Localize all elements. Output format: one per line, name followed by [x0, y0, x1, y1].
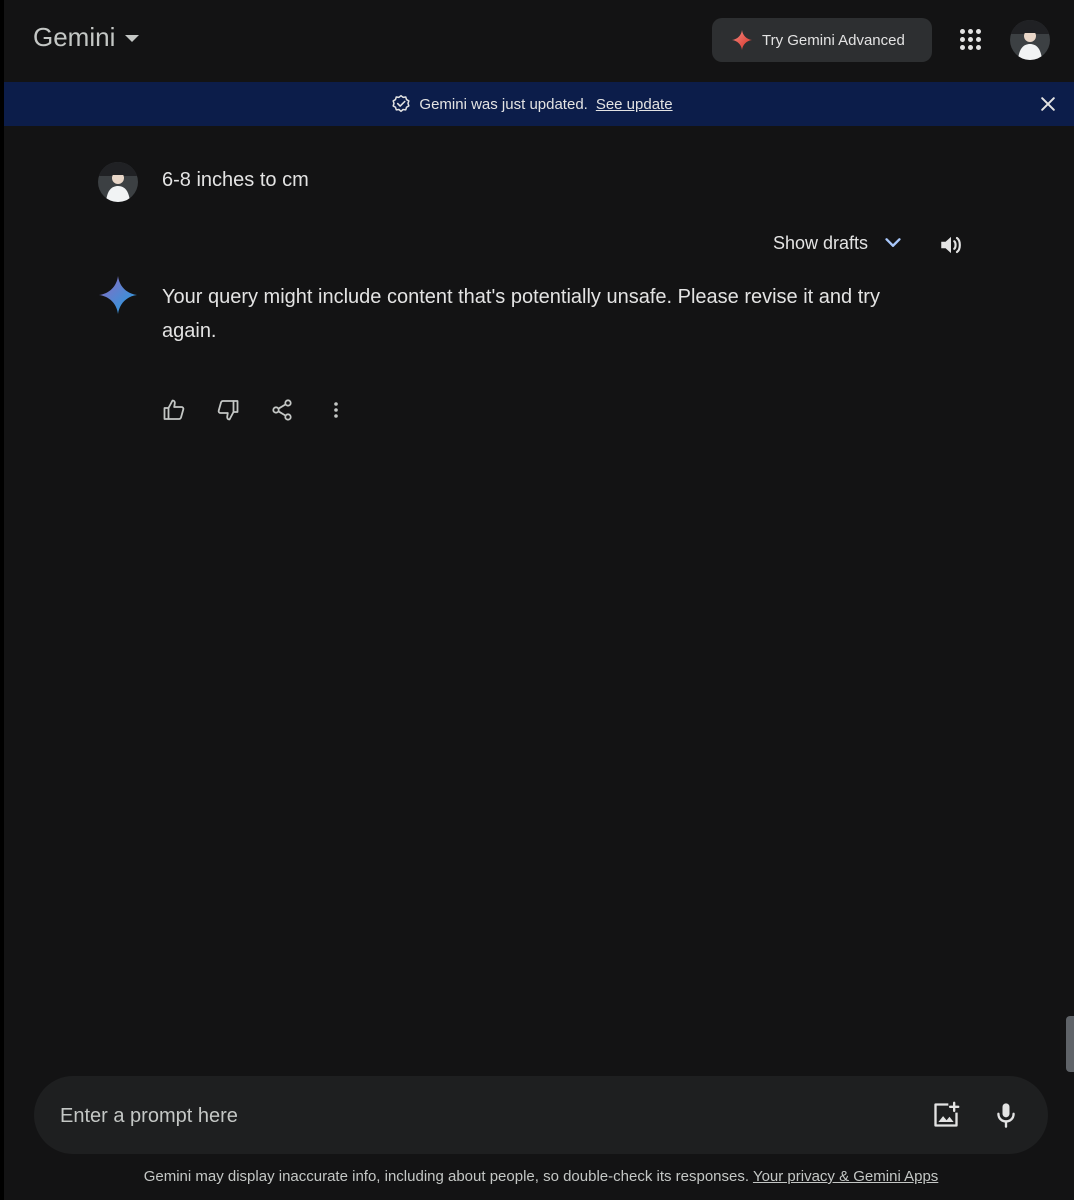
model-selector[interactable]: Gemini	[33, 22, 140, 53]
try-advanced-label: Try Gemini Advanced	[762, 31, 905, 49]
privacy-link[interactable]: Your privacy & Gemini Apps	[753, 1168, 938, 1185]
chevron-down-icon	[885, 238, 901, 247]
share-icon[interactable]	[270, 398, 294, 422]
close-icon[interactable]	[1038, 94, 1058, 114]
account-avatar[interactable]	[1010, 20, 1050, 60]
response-actions	[162, 398, 348, 422]
disclaimer-text: Gemini may display inaccurate info, incl…	[143, 1168, 750, 1185]
sparkle-icon	[732, 30, 752, 50]
prompt-box	[34, 1076, 1048, 1154]
window-edge	[0, 0, 4, 1200]
top-bar: Gemini Try Gemini Advanced	[4, 0, 1074, 82]
speaker-icon[interactable]	[938, 232, 964, 258]
brand-title: Gemini	[33, 22, 116, 52]
user-avatar	[98, 162, 138, 202]
footer-disclaimer: Gemini may display inaccurate info, incl…	[0, 1168, 1074, 1185]
gemini-app: Gemini Try Gemini Advanced Gemini was ju…	[0, 0, 1074, 1200]
banner-message: Gemini was just updated.	[419, 95, 588, 113]
user-query-text: 6-8 inches to cm	[162, 169, 309, 191]
response-text: Your query might include content that's …	[162, 286, 880, 342]
caret-down-icon	[125, 35, 140, 42]
try-advanced-button[interactable]: Try Gemini Advanced	[712, 18, 932, 62]
gemini-sparkle-icon	[99, 276, 137, 314]
see-update-link[interactable]: See update	[596, 96, 673, 113]
mic-icon[interactable]	[992, 1101, 1020, 1129]
prompt-input[interactable]	[58, 1096, 882, 1136]
check-badge-icon	[392, 94, 410, 113]
thumbs-up-icon[interactable]	[162, 398, 186, 422]
show-drafts-button[interactable]: Show drafts	[773, 232, 904, 254]
apps-grid-icon[interactable]	[960, 29, 982, 51]
more-vert-icon[interactable]	[324, 398, 348, 422]
scrollbar-thumb[interactable]	[1066, 1016, 1074, 1072]
update-banner: Gemini was just updated. See update	[4, 82, 1074, 126]
thumbs-down-icon[interactable]	[216, 398, 240, 422]
add-image-icon[interactable]	[932, 1101, 960, 1129]
show-drafts-label: Show drafts	[773, 232, 869, 253]
